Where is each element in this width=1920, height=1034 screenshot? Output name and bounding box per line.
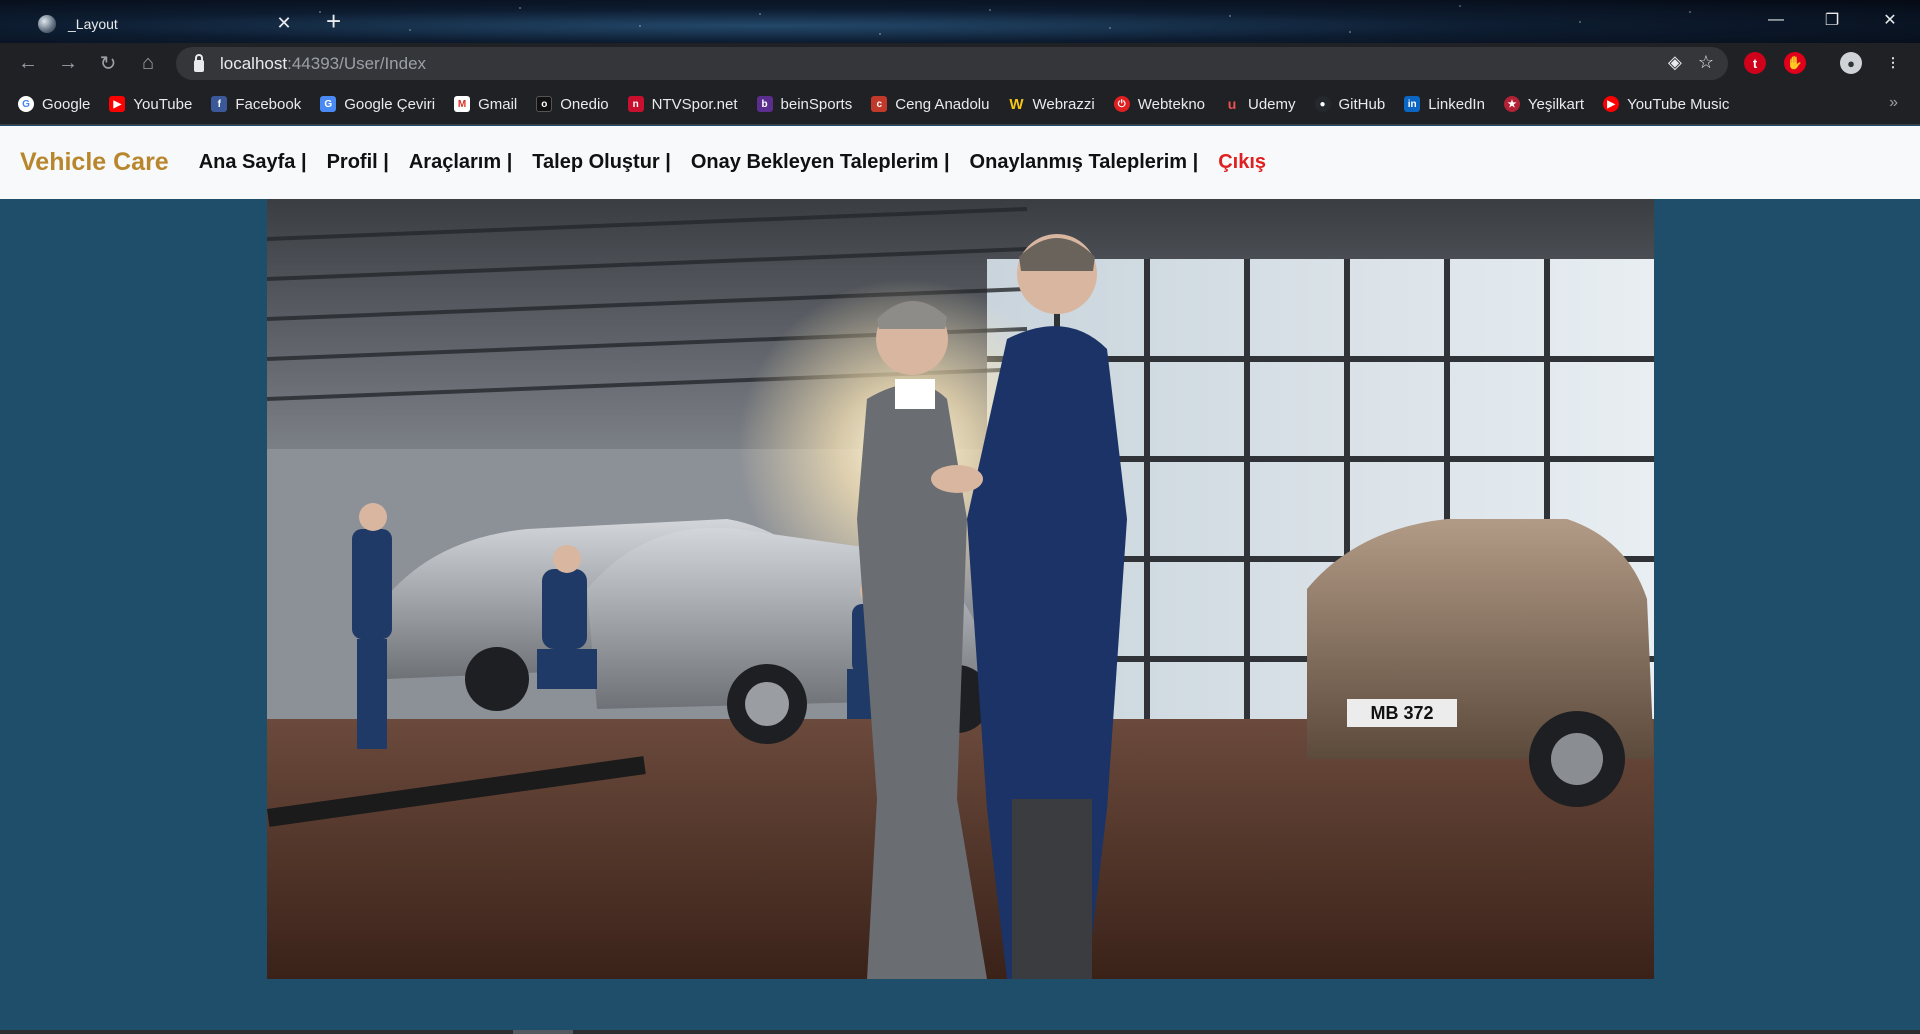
bookmark-onedio[interactable]: o Onedio bbox=[536, 96, 609, 113]
site-navbar: Vehicle Care Ana Sayfa | Profil | Araçla… bbox=[0, 126, 1920, 199]
bookmark-yesilkart[interactable]: ★ Yeşilkart bbox=[1503, 96, 1584, 113]
browser-toolbar: ← → ↻ ⌂ localhost:44393/User/Index ◈ ☆ t… bbox=[0, 43, 1920, 84]
nav-cikis[interactable]: Çıkış bbox=[1218, 151, 1266, 174]
nav-onaylanmis-taleplerim[interactable]: Onaylanmış Taleplerim | bbox=[970, 151, 1199, 174]
chevron-right-icon[interactable]: » bbox=[1889, 94, 1898, 112]
linkedin-icon: in bbox=[1404, 96, 1421, 112]
horizontal-scrollbar-thumb[interactable] bbox=[513, 1030, 573, 1034]
facebook-icon: f bbox=[211, 96, 228, 112]
youtube-icon: ▶ bbox=[109, 96, 126, 112]
bookmark-star-icon[interactable]: ☆ bbox=[1698, 52, 1714, 73]
bookmarks-bar: G Google ▶ YouTube f Facebook G Google Çevir… bbox=[0, 84, 1920, 125]
bookmark-github[interactable]: ● GitHub bbox=[1314, 96, 1385, 113]
lock-icon bbox=[194, 53, 204, 72]
brand-logo[interactable]: Vehicle Care bbox=[20, 148, 169, 177]
nav-profil[interactable]: Profil | bbox=[327, 151, 389, 174]
minimize-button[interactable]: — bbox=[1748, 0, 1804, 40]
url-host: localhost bbox=[220, 53, 288, 73]
github-icon: ● bbox=[1314, 96, 1331, 112]
extension-t-icon[interactable]: t bbox=[1744, 52, 1766, 74]
bookmark-beinsports[interactable]: b beinSports bbox=[756, 96, 852, 113]
onedio-icon: o bbox=[536, 96, 553, 112]
bookmark-udemy[interactable]: u Udemy bbox=[1224, 96, 1296, 113]
url-path: :44393/User/Index bbox=[287, 53, 427, 73]
bookmark-google[interactable]: G Google bbox=[18, 96, 90, 113]
adblock-icon[interactable]: ✋ bbox=[1784, 52, 1806, 74]
address-bar[interactable]: localhost:44393/User/Index ◈ ☆ bbox=[176, 47, 1728, 80]
beinsports-icon: b bbox=[756, 96, 773, 112]
bookmark-webrazzi[interactable]: W Webrazzi bbox=[1008, 96, 1094, 113]
profile-avatar[interactable]: ● bbox=[1840, 52, 1862, 74]
hero-image: MB 372 bbox=[267, 199, 1654, 979]
nav-talep-olustur[interactable]: Talep Oluştur | bbox=[532, 151, 671, 174]
browser-tab-strip: _Layout ✕ + — ❐ ✕ bbox=[0, 0, 1920, 43]
gmail-icon: M bbox=[454, 96, 471, 112]
webtekno-icon: ⏻ bbox=[1113, 96, 1130, 112]
service-garage-illustration: MB 372 bbox=[267, 199, 1654, 979]
bookmark-ntvspor[interactable]: n NTVSpor.net bbox=[627, 96, 738, 113]
bookmark-youtube[interactable]: ▶ YouTube bbox=[109, 96, 192, 113]
site-settings-icon[interactable]: ◈ bbox=[1668, 52, 1682, 73]
bookmark-youtube-music[interactable]: ▶ YouTube Music bbox=[1603, 96, 1729, 113]
forward-button[interactable]: → bbox=[48, 46, 88, 82]
ceng-anadolu-icon: c bbox=[871, 96, 888, 112]
bookmark-facebook[interactable]: f Facebook bbox=[211, 96, 301, 113]
bookmark-google-ceviri[interactable]: G Google Çeviri bbox=[320, 96, 435, 113]
google-translate-icon: G bbox=[320, 96, 337, 112]
close-window-button[interactable]: ✕ bbox=[1862, 0, 1918, 40]
bookmark-linkedin[interactable]: in LinkedIn bbox=[1404, 96, 1485, 113]
ntvspor-icon: n bbox=[627, 96, 644, 112]
back-button[interactable]: ← bbox=[8, 46, 48, 82]
globe-icon bbox=[38, 14, 56, 33]
nav-ana-sayfa[interactable]: Ana Sayfa | bbox=[199, 151, 307, 174]
google-icon: G bbox=[18, 96, 34, 112]
nav-onay-bekleyen-taleplerim[interactable]: Onay Bekleyen Taleplerim | bbox=[691, 151, 950, 174]
restore-button[interactable]: ❐ bbox=[1804, 0, 1860, 40]
reload-button[interactable]: ↻ bbox=[88, 46, 128, 82]
browser-tab[interactable]: _Layout ✕ bbox=[8, 4, 308, 43]
webrazzi-icon: W bbox=[1009, 95, 1024, 113]
tab-title: _Layout bbox=[68, 15, 118, 32]
bookmark-gmail[interactable]: M Gmail bbox=[454, 96, 517, 113]
bookmark-webtekno[interactable]: ⏻ Webtekno bbox=[1113, 96, 1205, 113]
menu-icon[interactable]: ⋮ bbox=[1882, 52, 1904, 74]
bookmark-ceng-anadolu[interactable]: c Ceng Anadolu bbox=[871, 96, 989, 113]
license-plate: MB 372 bbox=[1370, 703, 1433, 723]
home-button[interactable]: ⌂ bbox=[128, 46, 168, 82]
yesilkart-icon: ★ bbox=[1503, 96, 1520, 112]
close-icon[interactable]: ✕ bbox=[272, 13, 296, 34]
youtube-music-icon: ▶ bbox=[1603, 96, 1620, 112]
nav-araclarim[interactable]: Araçlarım | bbox=[409, 151, 512, 174]
udemy-icon: u bbox=[1227, 96, 1237, 112]
bottom-scroll-strip bbox=[0, 1030, 1920, 1034]
new-tab-button[interactable]: + bbox=[326, 7, 341, 35]
